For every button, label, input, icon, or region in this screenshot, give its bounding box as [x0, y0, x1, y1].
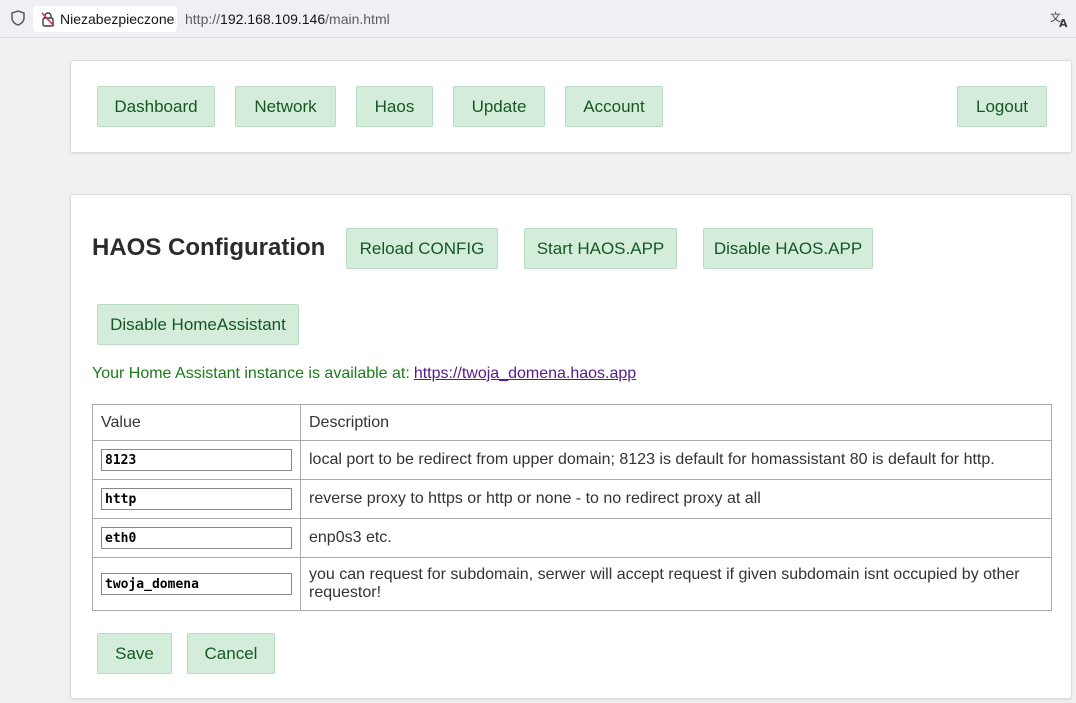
- svg-text:A: A: [1059, 17, 1068, 28]
- description-cell: enp0s3 etc.: [300, 518, 1052, 558]
- address-field[interactable]: http://192.168.109.146/main.html: [185, 11, 390, 27]
- cancel-button[interactable]: Cancel: [187, 633, 275, 674]
- browser-url-bar: Niezabezpieczone http://192.168.109.146/…: [0, 0, 1076, 38]
- translate-icon[interactable]: 文 A: [1050, 10, 1070, 28]
- nav-card: Dashboard Network Haos Update Account Lo…: [70, 60, 1072, 153]
- nav-account-button[interactable]: Account: [565, 86, 663, 127]
- start-haos-app-button[interactable]: Start HAOS.APP: [524, 228, 677, 269]
- nav-update-button[interactable]: Update: [453, 86, 545, 127]
- subdomain-input[interactable]: [101, 573, 292, 595]
- table-row: reverse proxy to https or http or none -…: [92, 479, 1052, 519]
- value-cell: [92, 440, 301, 480]
- security-indicator[interactable]: Niezabezpieczone: [33, 6, 177, 32]
- column-header-value: Value: [92, 404, 301, 441]
- config-table: Value Description local port to be redir…: [92, 404, 1052, 611]
- instance-link[interactable]: https://twoja_domena.haos.app: [414, 365, 636, 382]
- description-cell: reverse proxy to https or http or none -…: [300, 479, 1052, 519]
- nav-network-button[interactable]: Network: [235, 86, 336, 127]
- save-button[interactable]: Save: [97, 633, 172, 674]
- security-label: Niezabezpieczone: [60, 11, 175, 27]
- column-header-description: Description: [300, 404, 1052, 441]
- description-cell: you can request for subdomain, serwer wi…: [300, 557, 1052, 611]
- value-cell: [92, 557, 301, 611]
- disable-homeassistant-button[interactable]: Disable HomeAssistant: [97, 304, 299, 345]
- url-prefix: http://: [185, 11, 221, 27]
- url-host: 192.168.109.146: [220, 11, 326, 27]
- availability-text: Your Home Assistant instance is availabl…: [92, 365, 410, 382]
- nav-haos-button[interactable]: Haos: [356, 86, 433, 127]
- disable-haos-app-button[interactable]: Disable HAOS.APP: [703, 228, 873, 269]
- haos-config-card: HAOS Configuration Reload CONFIG Start H…: [70, 194, 1072, 699]
- table-row: enp0s3 etc.: [92, 518, 1052, 558]
- insecure-lock-icon: [41, 12, 55, 27]
- proxy-input[interactable]: [101, 488, 292, 510]
- table-row: local port to be redirect from upper dom…: [92, 440, 1052, 480]
- table-row: you can request for subdomain, serwer wi…: [92, 557, 1052, 611]
- reload-config-button[interactable]: Reload CONFIG: [346, 228, 498, 269]
- nav-dashboard-button[interactable]: Dashboard: [97, 86, 215, 127]
- port-input[interactable]: [101, 449, 292, 471]
- availability-message: Your Home Assistant instance is availabl…: [92, 365, 636, 383]
- table-header-row: Value Description: [92, 404, 1052, 441]
- value-cell: [92, 479, 301, 519]
- logout-button[interactable]: Logout: [957, 86, 1047, 127]
- page-title: HAOS Configuration: [92, 234, 326, 261]
- shield-icon[interactable]: [9, 9, 27, 27]
- url-path: /main.html: [325, 11, 390, 27]
- description-cell: local port to be redirect from upper dom…: [300, 440, 1052, 480]
- value-cell: [92, 518, 301, 558]
- interface-input[interactable]: [101, 527, 292, 549]
